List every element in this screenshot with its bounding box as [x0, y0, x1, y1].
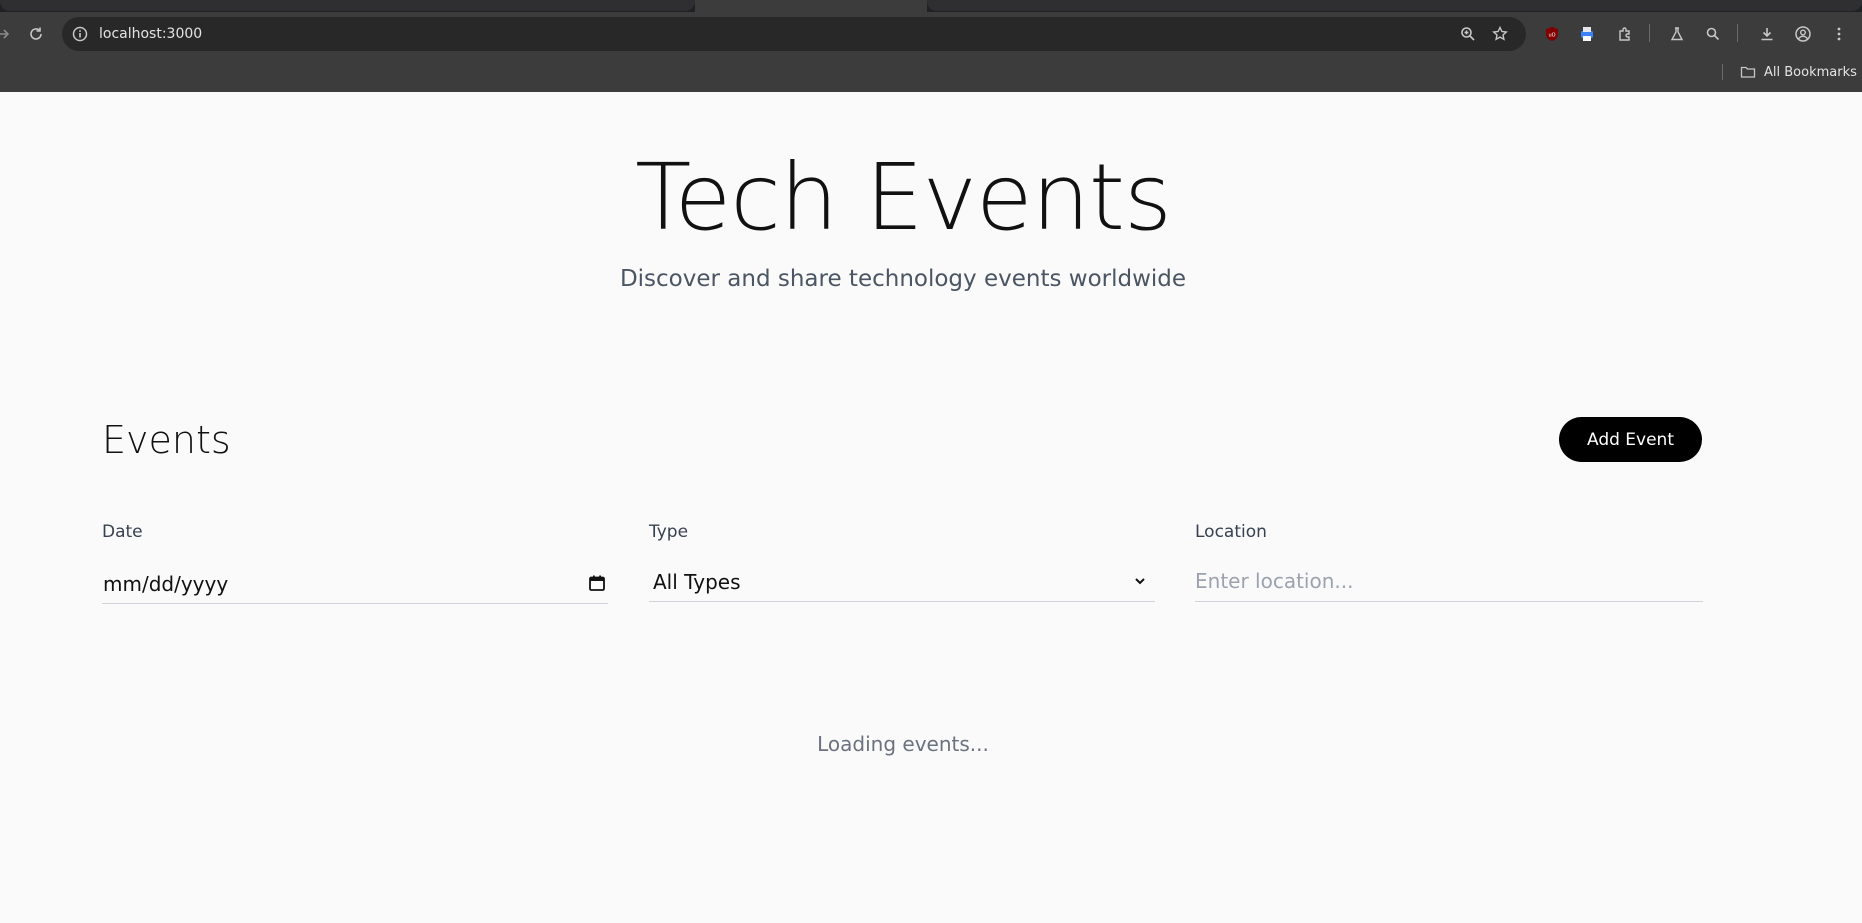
location-filter: Location: [1195, 522, 1703, 602]
bookmarks-divider: [1722, 64, 1723, 80]
profile-avatar-icon[interactable]: [1789, 20, 1817, 48]
kebab-menu-icon[interactable]: [1825, 20, 1853, 48]
page-subtitle: Discover and share technology events wor…: [619, 266, 1187, 292]
bookmark-star-icon[interactable]: [1486, 20, 1514, 48]
zoom-icon[interactable]: [1454, 20, 1482, 48]
extensions-puzzle-icon[interactable]: [1611, 20, 1639, 48]
download-icon[interactable]: [1753, 20, 1781, 48]
address-bar[interactable]: localhost:3000: [62, 17, 1526, 51]
type-select[interactable]: All Types: [649, 562, 1155, 602]
page-content: Tech Events Discover and share technolog…: [0, 92, 1862, 923]
location-input-wrapper: [1195, 562, 1703, 602]
chevron-down-icon: [1135, 578, 1145, 585]
all-bookmarks-label: All Bookmarks: [1764, 64, 1857, 80]
add-event-button[interactable]: Add Event: [1559, 417, 1702, 462]
page-title: Tech Events: [635, 144, 1172, 251]
location-input[interactable]: [1195, 562, 1703, 600]
svg-text:uO: uO: [1548, 33, 1555, 39]
events-heading: Events: [102, 418, 231, 462]
search-icon[interactable]: [1699, 20, 1727, 48]
type-label: Type: [649, 522, 689, 542]
bookmarks-bar: All Bookmarks: [0, 56, 1862, 88]
tab-strip: [0, 0, 1862, 14]
all-bookmarks-button[interactable]: All Bookmarks: [1740, 62, 1857, 82]
folder-icon: [1740, 66, 1756, 78]
printer-extension-icon[interactable]: [1573, 20, 1601, 48]
browser-toolbar: localhost:3000 uO: [0, 14, 1862, 54]
toolbar-divider: [1737, 24, 1738, 42]
url-text[interactable]: localhost:3000: [99, 26, 202, 42]
toolbar-divider: [1649, 24, 1650, 42]
reload-icon[interactable]: [22, 20, 50, 48]
calendar-icon[interactable]: [588, 574, 606, 592]
browser-chrome: localhost:3000 uO All Bookmarks: [0, 0, 1862, 92]
browser-tab-active[interactable]: [695, 0, 927, 14]
forward-icon[interactable]: [0, 20, 18, 48]
type-select-value: All Types: [653, 570, 741, 594]
site-info-icon[interactable]: [70, 24, 90, 44]
date-input[interactable]: mm/dd/yyyy: [102, 562, 608, 604]
labs-flask-icon[interactable]: [1663, 20, 1691, 48]
browser-tab[interactable]: [927, 0, 1862, 11]
loading-status: Loading events...: [817, 732, 989, 756]
type-filter: Type All Types: [649, 522, 1155, 602]
date-label: Date: [102, 522, 143, 542]
browser-tab[interactable]: [0, 0, 695, 11]
date-filter: Date mm/dd/yyyy: [102, 522, 608, 604]
location-label: Location: [1195, 522, 1267, 542]
ublock-extension-icon[interactable]: uO: [1538, 20, 1566, 48]
date-input-value: mm/dd/yyyy: [103, 572, 229, 596]
